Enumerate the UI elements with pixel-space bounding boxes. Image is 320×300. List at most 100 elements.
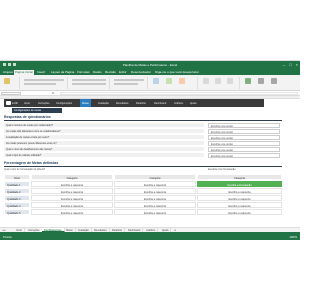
format-cells-icon[interactable]: [227, 78, 233, 84]
paste-icon[interactable]: [4, 78, 10, 84]
number-format-buttons[interactable]: [114, 83, 138, 85]
sort-filter-icon[interactable]: [258, 78, 264, 84]
category-cell[interactable]: Escolha a categoria: [197, 202, 282, 208]
window-title: Planilha de Metas e Performance - Excel: [122, 63, 178, 67]
question-row: As metas são diferentes entre os colabor…: [4, 129, 282, 134]
tab-layout[interactable]: Layout da Página: [50, 70, 75, 74]
section-divider: [4, 120, 282, 121]
status-bar: Pronto 100%: [0, 232, 300, 240]
table-header: Categoria: [114, 174, 196, 180]
excel-window: Planilha de Metas e Performance - Excel …: [0, 60, 300, 240]
row-label: Qualidade 5: [4, 209, 30, 215]
tab-desenvolvedor[interactable]: Desenvolvedor: [130, 70, 152, 74]
brand-name: LUZ: [12, 101, 18, 105]
question-text: As metas são diferentes entre os colabor…: [4, 129, 204, 134]
cell-styles-icon[interactable]: [179, 78, 185, 84]
question-row: Qual o tipo de cálculo utilizado? Escolh…: [4, 153, 282, 158]
clipboard-group: [2, 77, 20, 89]
tab-exibir[interactable]: Exibir: [118, 70, 128, 74]
alignment-group: [70, 77, 110, 89]
category-cell[interactable]: Escolha a categoria: [114, 202, 196, 208]
title-bar: Planilha de Metas e Performance - Excel …: [0, 61, 300, 69]
highlighted-format-cell[interactable]: Escolha a formatação: [197, 181, 282, 187]
cells-group: [200, 77, 240, 89]
category-cell[interactable]: Escolha a categoria: [114, 209, 196, 215]
tab-inserir[interactable]: Inserir: [36, 70, 46, 74]
conditional-formatting-icon[interactable]: [153, 78, 159, 84]
category-cell[interactable]: Escolha a categoria: [114, 188, 196, 194]
format-as-table-icon[interactable]: [166, 78, 172, 84]
font-selector[interactable]: [24, 79, 64, 81]
question-text: As metas possuem pesos diferentes entre …: [4, 141, 204, 146]
align-buttons[interactable]: [72, 79, 106, 81]
sub-navigation: Configurações de metas: [4, 108, 84, 113]
tab-formulas[interactable]: Fórmulas: [76, 70, 91, 74]
tell-me-search[interactable]: Diga-me o que você deseja fazer: [154, 70, 200, 74]
name-box[interactable]: [1, 92, 21, 95]
category-cell[interactable]: Escolha a categoria: [31, 188, 113, 194]
answer-dropdown[interactable]: Escolha uma opção: [208, 123, 280, 128]
insert-cells-icon[interactable]: [203, 78, 209, 84]
nav-configuracoes[interactable]: Configurações: [56, 102, 72, 105]
question-row: A avaliação de metas é feita por setor? …: [4, 135, 282, 140]
category-cell[interactable]: Escolha a categoria: [31, 202, 113, 208]
section-title-questionario: Respostas de questionários: [4, 115, 51, 119]
category-cell[interactable]: Escolha a categoria: [114, 181, 196, 187]
question-row: Qual o número de metas por colaborador? …: [4, 123, 282, 128]
format-note: Escolha uma formatação: [208, 168, 236, 171]
answer-dropdown[interactable]: Escolha uma opção: [208, 129, 280, 134]
row-label: Qualidade 4: [4, 202, 30, 208]
font-format-buttons[interactable]: [24, 83, 56, 85]
nav-dashboard[interactable]: Dashboard: [154, 102, 166, 105]
answer-dropdown[interactable]: Escolha uma opção: [208, 153, 280, 158]
category-cell[interactable]: Escolha a categoria: [197, 188, 282, 194]
close-button[interactable]: ×: [296, 62, 298, 67]
table-header: Categoria: [197, 174, 282, 180]
question-text: Qual o número de metas por colaborador?: [4, 123, 204, 128]
tab-revisao[interactable]: Revisão: [104, 70, 117, 74]
minimize-button[interactable]: –: [283, 62, 285, 67]
status-text: Pronto: [3, 235, 12, 239]
answer-dropdown[interactable]: Escolha uma opção: [208, 147, 280, 152]
section-divider: [4, 166, 282, 167]
nav-graficos[interactable]: Gráficos: [174, 102, 183, 105]
nav-resultados[interactable]: Resultados: [116, 102, 129, 105]
row-label: Qualidade 2: [4, 188, 30, 194]
answer-dropdown[interactable]: Escolha uma opção: [208, 141, 280, 146]
category-cell[interactable]: Escolha a categoria: [197, 195, 282, 201]
formula-input[interactable]: [60, 92, 298, 95]
question-text: Qual o tipo de cálculo utilizado?: [4, 153, 204, 158]
number-format-select[interactable]: [114, 79, 144, 81]
autosum-icon[interactable]: [245, 78, 251, 84]
row-label: Qualidade 3: [4, 195, 30, 201]
nav-relatorio[interactable]: Relatório: [136, 102, 146, 105]
nav-instrucoes[interactable]: Instruções: [38, 102, 50, 105]
question-row: As metas possuem pesos diferentes entre …: [4, 141, 282, 146]
table-header: Categoria: [31, 174, 113, 180]
category-cell[interactable]: Escolha a categoria: [114, 195, 196, 201]
styles-group: [150, 77, 198, 89]
fx-icon[interactable]: fx: [52, 91, 54, 95]
find-select-icon[interactable]: [271, 78, 277, 84]
nav-metas[interactable]: Metas: [80, 99, 91, 107]
editing-group: [242, 77, 296, 89]
table-header: Nível: [4, 174, 30, 180]
question-row: Qual o nível de detalhamento das metas? …: [4, 147, 282, 152]
category-cell[interactable]: Escolha a categoria: [31, 195, 113, 201]
answer-dropdown[interactable]: Escolha uma opção: [208, 135, 280, 140]
zoom-level[interactable]: 100%: [289, 235, 297, 239]
category-cell[interactable]: Escolha a categoria: [31, 181, 113, 187]
indent-buttons[interactable]: [72, 83, 106, 85]
question-text: A avaliação de metas é feita por setor?: [4, 135, 204, 140]
nav-ajuda[interactable]: Ajuda: [190, 102, 196, 105]
tab-dados[interactable]: Dados: [92, 70, 103, 74]
nav-inicio[interactable]: Início: [24, 102, 30, 105]
worksheet[interactable]: LUZ Início Instruções Configurações Meta…: [4, 99, 296, 227]
nav-avaliacao[interactable]: Avaliação: [98, 102, 109, 105]
maximize-button[interactable]: □: [289, 62, 291, 67]
category-cell[interactable]: Escolha a categoria: [31, 209, 113, 215]
delete-cells-icon[interactable]: [215, 78, 221, 84]
category-cell[interactable]: Escolha a categoria: [197, 209, 282, 215]
subtab-config-metas[interactable]: Configurações de metas: [12, 108, 62, 113]
tab-arquivo[interactable]: Arquivo: [2, 70, 14, 74]
